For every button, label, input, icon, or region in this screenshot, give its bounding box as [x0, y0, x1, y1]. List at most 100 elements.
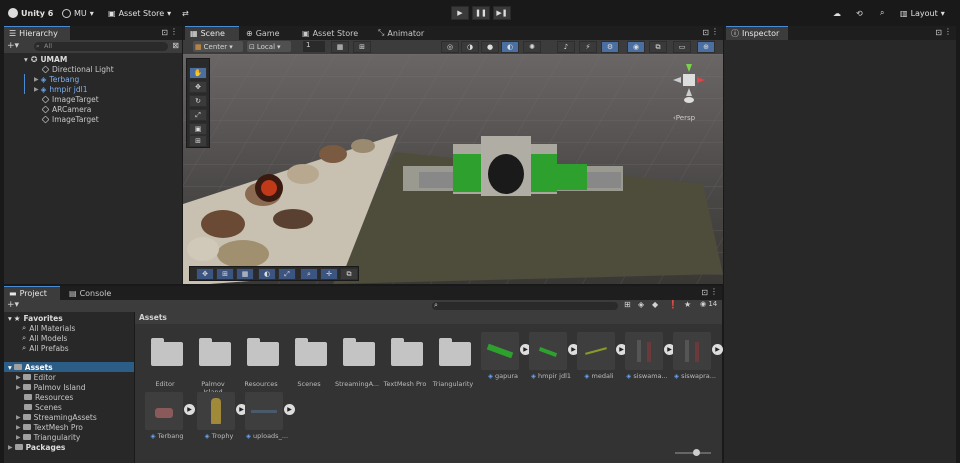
asset-tile[interactable]: ▶ ◈ hmpir jdl1 — [529, 332, 579, 380]
orientation-icon[interactable]: ⊕ — [697, 41, 715, 53]
play-button[interactable]: ▶ — [451, 6, 469, 20]
space-dropdown[interactable]: ⊡ Local ▾ — [247, 41, 291, 52]
tag-icon[interactable]: ◆ — [652, 300, 658, 309]
sphere-icon[interactable]: ◐ — [258, 268, 276, 280]
search-icon[interactable]: ⌕ — [880, 6, 884, 20]
folder-row[interactable]: Scenes — [24, 402, 62, 412]
tab-hierarchy[interactable]: ☰ Hierarchy — [4, 26, 70, 40]
zoom-slider-thumb[interactable] — [693, 449, 700, 456]
gizmo-icon[interactable]: ⚙ — [601, 41, 619, 53]
more-icon[interactable]: ⋮ — [710, 287, 718, 296]
pivot-dropdown[interactable]: ▦ Center ▾ — [193, 41, 243, 52]
hierarchy-item[interactable]: ImageTarget — [41, 94, 99, 104]
add-icon[interactable]: +▾ — [7, 41, 19, 51]
asset-tile[interactable]: ▶ ◈ uploads_... — [245, 392, 295, 440]
scene-viewport[interactable]: ✋ ✥ ↻ ⤢ ▣ ⊞ ‹Persp ✥ ⊞ ▦ ◐ ⤢ ⌕ ✛ ⧉ — [183, 54, 723, 284]
filter-icon[interactable]: ⊠ — [172, 41, 179, 50]
navigate-icon[interactable]: ⤢ — [278, 268, 296, 280]
hierarchy-item[interactable]: Directional Light — [41, 64, 114, 74]
add-icon[interactable]: +▾ — [7, 300, 19, 310]
fx-icon[interactable]: ⚡ — [579, 41, 597, 53]
asset-tile[interactable]: ▶ ◈ Terbang — [145, 392, 195, 440]
folder-tile[interactable]: Triangularity — [431, 334, 475, 388]
asset-tile[interactable]: ▶ ◈ medali — [577, 332, 627, 380]
layers-icon[interactable]: ⧉ — [649, 41, 667, 53]
grid-snap-input[interactable]: 1 — [303, 41, 325, 52]
hierarchy-search-input[interactable]: ⌕ All — [34, 42, 168, 51]
play-icon[interactable]: ▶ — [284, 404, 295, 415]
asset-tile[interactable]: ▶ ◈ siswama... — [625, 332, 675, 380]
more-icon[interactable]: ⋮ — [170, 27, 178, 36]
folder-row[interactable]: ▶ TextMesh Pro — [16, 422, 83, 432]
folder-tile[interactable]: TextMesh Pro — [383, 334, 427, 388]
folder-tile[interactable]: Palmov Island — [191, 334, 235, 396]
pan-icon[interactable]: ✛ — [320, 268, 338, 280]
asset-store-dropdown[interactable]: ▣ Asset Store ▾ — [108, 6, 171, 20]
play-icon[interactable]: ▶ — [712, 344, 723, 355]
fav-item[interactable]: ⌕ All Materials — [22, 323, 75, 333]
play-icon[interactable]: ▶ — [184, 404, 195, 415]
unity-menu[interactable]: Unity 6 — [8, 6, 53, 20]
history-icon[interactable]: ⟲ — [856, 6, 863, 20]
asset-tile[interactable]: ▶ ◈ siswapra... — [673, 332, 723, 380]
overlay-menu-icon[interactable]: ⧉ — [340, 268, 358, 280]
more-icon[interactable]: ⋮ — [944, 27, 952, 36]
packages-row[interactable]: ▶ Packages — [8, 442, 65, 452]
snap-increment-icon[interactable]: ⊞ — [216, 268, 234, 280]
asset-tile[interactable]: ▶ ◈ gapura — [481, 332, 531, 380]
tab-inspector[interactable]: ⓘ Inspector — [726, 26, 788, 40]
lit-icon[interactable]: ● — [481, 41, 499, 53]
assets-row[interactable]: ▾ Assets — [4, 362, 134, 372]
lock-icon[interactable]: ⊡ — [702, 28, 709, 37]
fav-item[interactable]: ⌕ All Prefabs — [22, 343, 69, 353]
hierarchy-item[interactable]: ImageTarget — [41, 114, 99, 124]
favorites-row[interactable]: ▾ ★ Favorites — [8, 313, 63, 323]
lock-icon[interactable]: ⊡ — [161, 28, 168, 37]
layout-dropdown[interactable]: ▥ Layout ▾ — [900, 6, 945, 20]
folder-row[interactable]: ▶ StreamingAssets — [16, 412, 97, 422]
visibility-icon[interactable]: ◉ — [627, 41, 645, 53]
effects-icon[interactable]: ✺ — [523, 41, 541, 53]
folder-row[interactable]: ▶ Triangularity — [16, 432, 80, 442]
shaded-icon[interactable]: ◐ — [501, 41, 519, 53]
tab-project[interactable]: ▬ Project — [4, 286, 60, 300]
folder-tile[interactable]: Scenes — [287, 334, 331, 388]
snap-toggle-icon[interactable]: ⊞ — [353, 41, 371, 53]
cloud-icon[interactable]: ☁ — [833, 6, 841, 20]
warning-icon[interactable]: ❗ — [668, 300, 678, 309]
tab-scene[interactable]: ▦ Scene — [185, 26, 239, 40]
tab-asset-store[interactable]: ▣ Asset Store — [297, 26, 363, 40]
orientation-gizmo[interactable] — [669, 62, 709, 106]
folder-row[interactable]: ▶ Palmov Island — [16, 382, 86, 392]
move-tool-icon[interactable]: ✥ — [189, 81, 207, 93]
lock-icon[interactable]: ⊡ — [701, 288, 708, 297]
globe-icon[interactable]: ◎ — [441, 41, 459, 53]
hierarchy-item[interactable]: ▶ ◈ Terbang — [34, 74, 79, 84]
search-by-label-icon[interactable]: ◈ — [638, 300, 644, 309]
folder-tile[interactable]: Resources — [239, 334, 283, 388]
snap-grid-icon[interactable]: ▦ — [236, 268, 254, 280]
star-icon[interactable]: ★ — [684, 300, 691, 309]
audio-icon[interactable]: ♪ — [557, 41, 575, 53]
lock-icon[interactable]: ⊡ — [935, 28, 942, 37]
project-search-input[interactable]: ⌕ — [432, 301, 618, 310]
breadcrumb[interactable]: Assets — [135, 312, 722, 324]
shading-icon[interactable]: ◑ — [461, 41, 479, 53]
zoom-slider[interactable] — [675, 449, 711, 456]
hierarchy-item[interactable]: ARCamera — [41, 104, 91, 114]
asset-tile[interactable]: ▶ ◈ Trophy — [197, 392, 247, 440]
scene-row[interactable]: ▾ ✪ UMAM — [24, 54, 67, 64]
folder-tile[interactable]: StreamingA... — [335, 334, 379, 388]
scale-tool-icon[interactable]: ⤢ — [189, 109, 207, 121]
account-dropdown[interactable]: MU ▾ — [62, 6, 94, 20]
step-button[interactable]: ▶❚ — [493, 6, 511, 20]
fav-item[interactable]: ⌕ All Models — [22, 333, 67, 343]
version-control-icon[interactable]: ⇄ — [182, 6, 189, 20]
tab-console[interactable]: ▤ Console — [64, 286, 116, 300]
hierarchy-item[interactable]: ▶ ◈ hmpir jdl1 — [34, 84, 87, 94]
transform-tool-icon[interactable]: ⊞ — [189, 135, 207, 147]
grid-toggle-icon[interactable]: ▦ — [331, 41, 349, 53]
camera-icon[interactable]: ▭ — [673, 41, 691, 53]
folder-row[interactable]: Resources — [24, 392, 73, 402]
hand-tool-icon[interactable]: ✋ — [189, 67, 207, 79]
